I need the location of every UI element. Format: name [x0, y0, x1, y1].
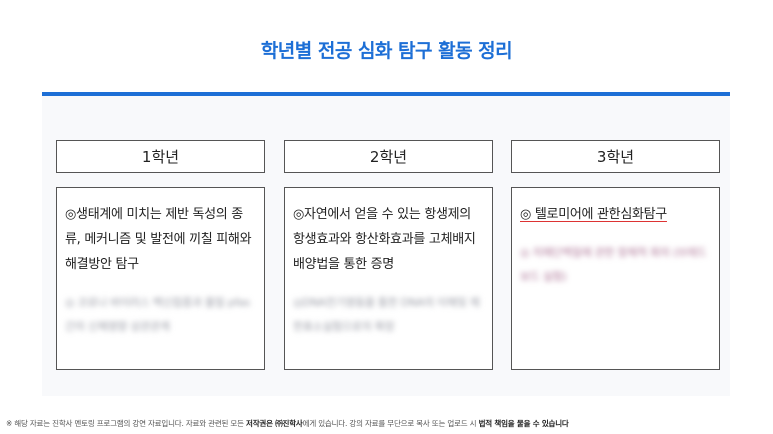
footer-middle: 에게 있습니다. 강의 자료를 무단으로 복사 또는 업로드 시 — [302, 419, 479, 428]
activity-card: ◎ 텔로미어에 관한심화탐구 ◎ 치매단백질에 관한 항체적 회의 (브레드보드… — [511, 187, 720, 370]
footer-legal-warning: 법적 책임을 물을 수 있습니다 — [478, 419, 569, 428]
activity-card: ◎자연에서 얻을 수 있는 항생제의 항생효과와 항산화효과를 고체배지 배양법… — [284, 187, 493, 370]
page-title: 학년별 전공 심화 탐구 활동 정리 — [260, 40, 513, 62]
grade-column-1: 1학년 ◎생태계에 미치는 제반 독성의 종류, 메커니즘 및 발전에 끼칠 피… — [56, 140, 265, 370]
copyright-notice: ※ 해당 자료는 진학사 멘토링 프로그램의 강연 자료입니다. 자료와 관련된… — [6, 418, 771, 429]
activity-card: ◎생태계에 미치는 제반 독성의 종류, 메커니즘 및 발전에 끼칠 피해와 해… — [56, 187, 265, 370]
activity-blurred-text: ◎ 코로나 바이러스 백신접종과 물질 pfas간의 신체영향 상관관계 — [65, 296, 250, 333]
grade-header: 1학년 — [56, 140, 265, 173]
footer-copyright-holder: 저작권은 ㈜진학사 — [246, 419, 303, 428]
grade-column-2: 2학년 ◎자연에서 얻을 수 있는 항생제의 항생효과와 항산화효과를 고체배지… — [284, 140, 493, 370]
grade-header: 2학년 — [284, 140, 493, 173]
grade-header: 3학년 — [511, 140, 720, 173]
activity-main-text: ◎생태계에 미치는 제반 독성의 종류, 메커니즘 및 발전에 끼칠 피해와 해… — [65, 207, 252, 272]
activity-main-text: ◎ 텔로미어에 관한심화탐구 — [520, 207, 667, 222]
footer-prefix: ※ 해당 자료는 진학사 멘토링 프로그램의 강연 자료입니다. 자료와 관련된… — [6, 419, 246, 428]
activity-blurred-text: ◎ 치매단백질에 관한 항체적 회의 (브레드보드 실험) — [520, 246, 707, 283]
activity-main-text: ◎자연에서 얻을 수 있는 항생제의 항생효과와 항산화효과를 고체배지 배양법… — [293, 207, 476, 272]
activity-blurred-text: ◎DNA전기영동을 통한 DNA의 이해및 제한효소실험으로의 확장 — [293, 296, 480, 333]
grade-column-3: 3학년 ◎ 텔로미어에 관한심화탐구 ◎ 치매단백질에 관한 항체적 회의 (브… — [511, 140, 720, 370]
